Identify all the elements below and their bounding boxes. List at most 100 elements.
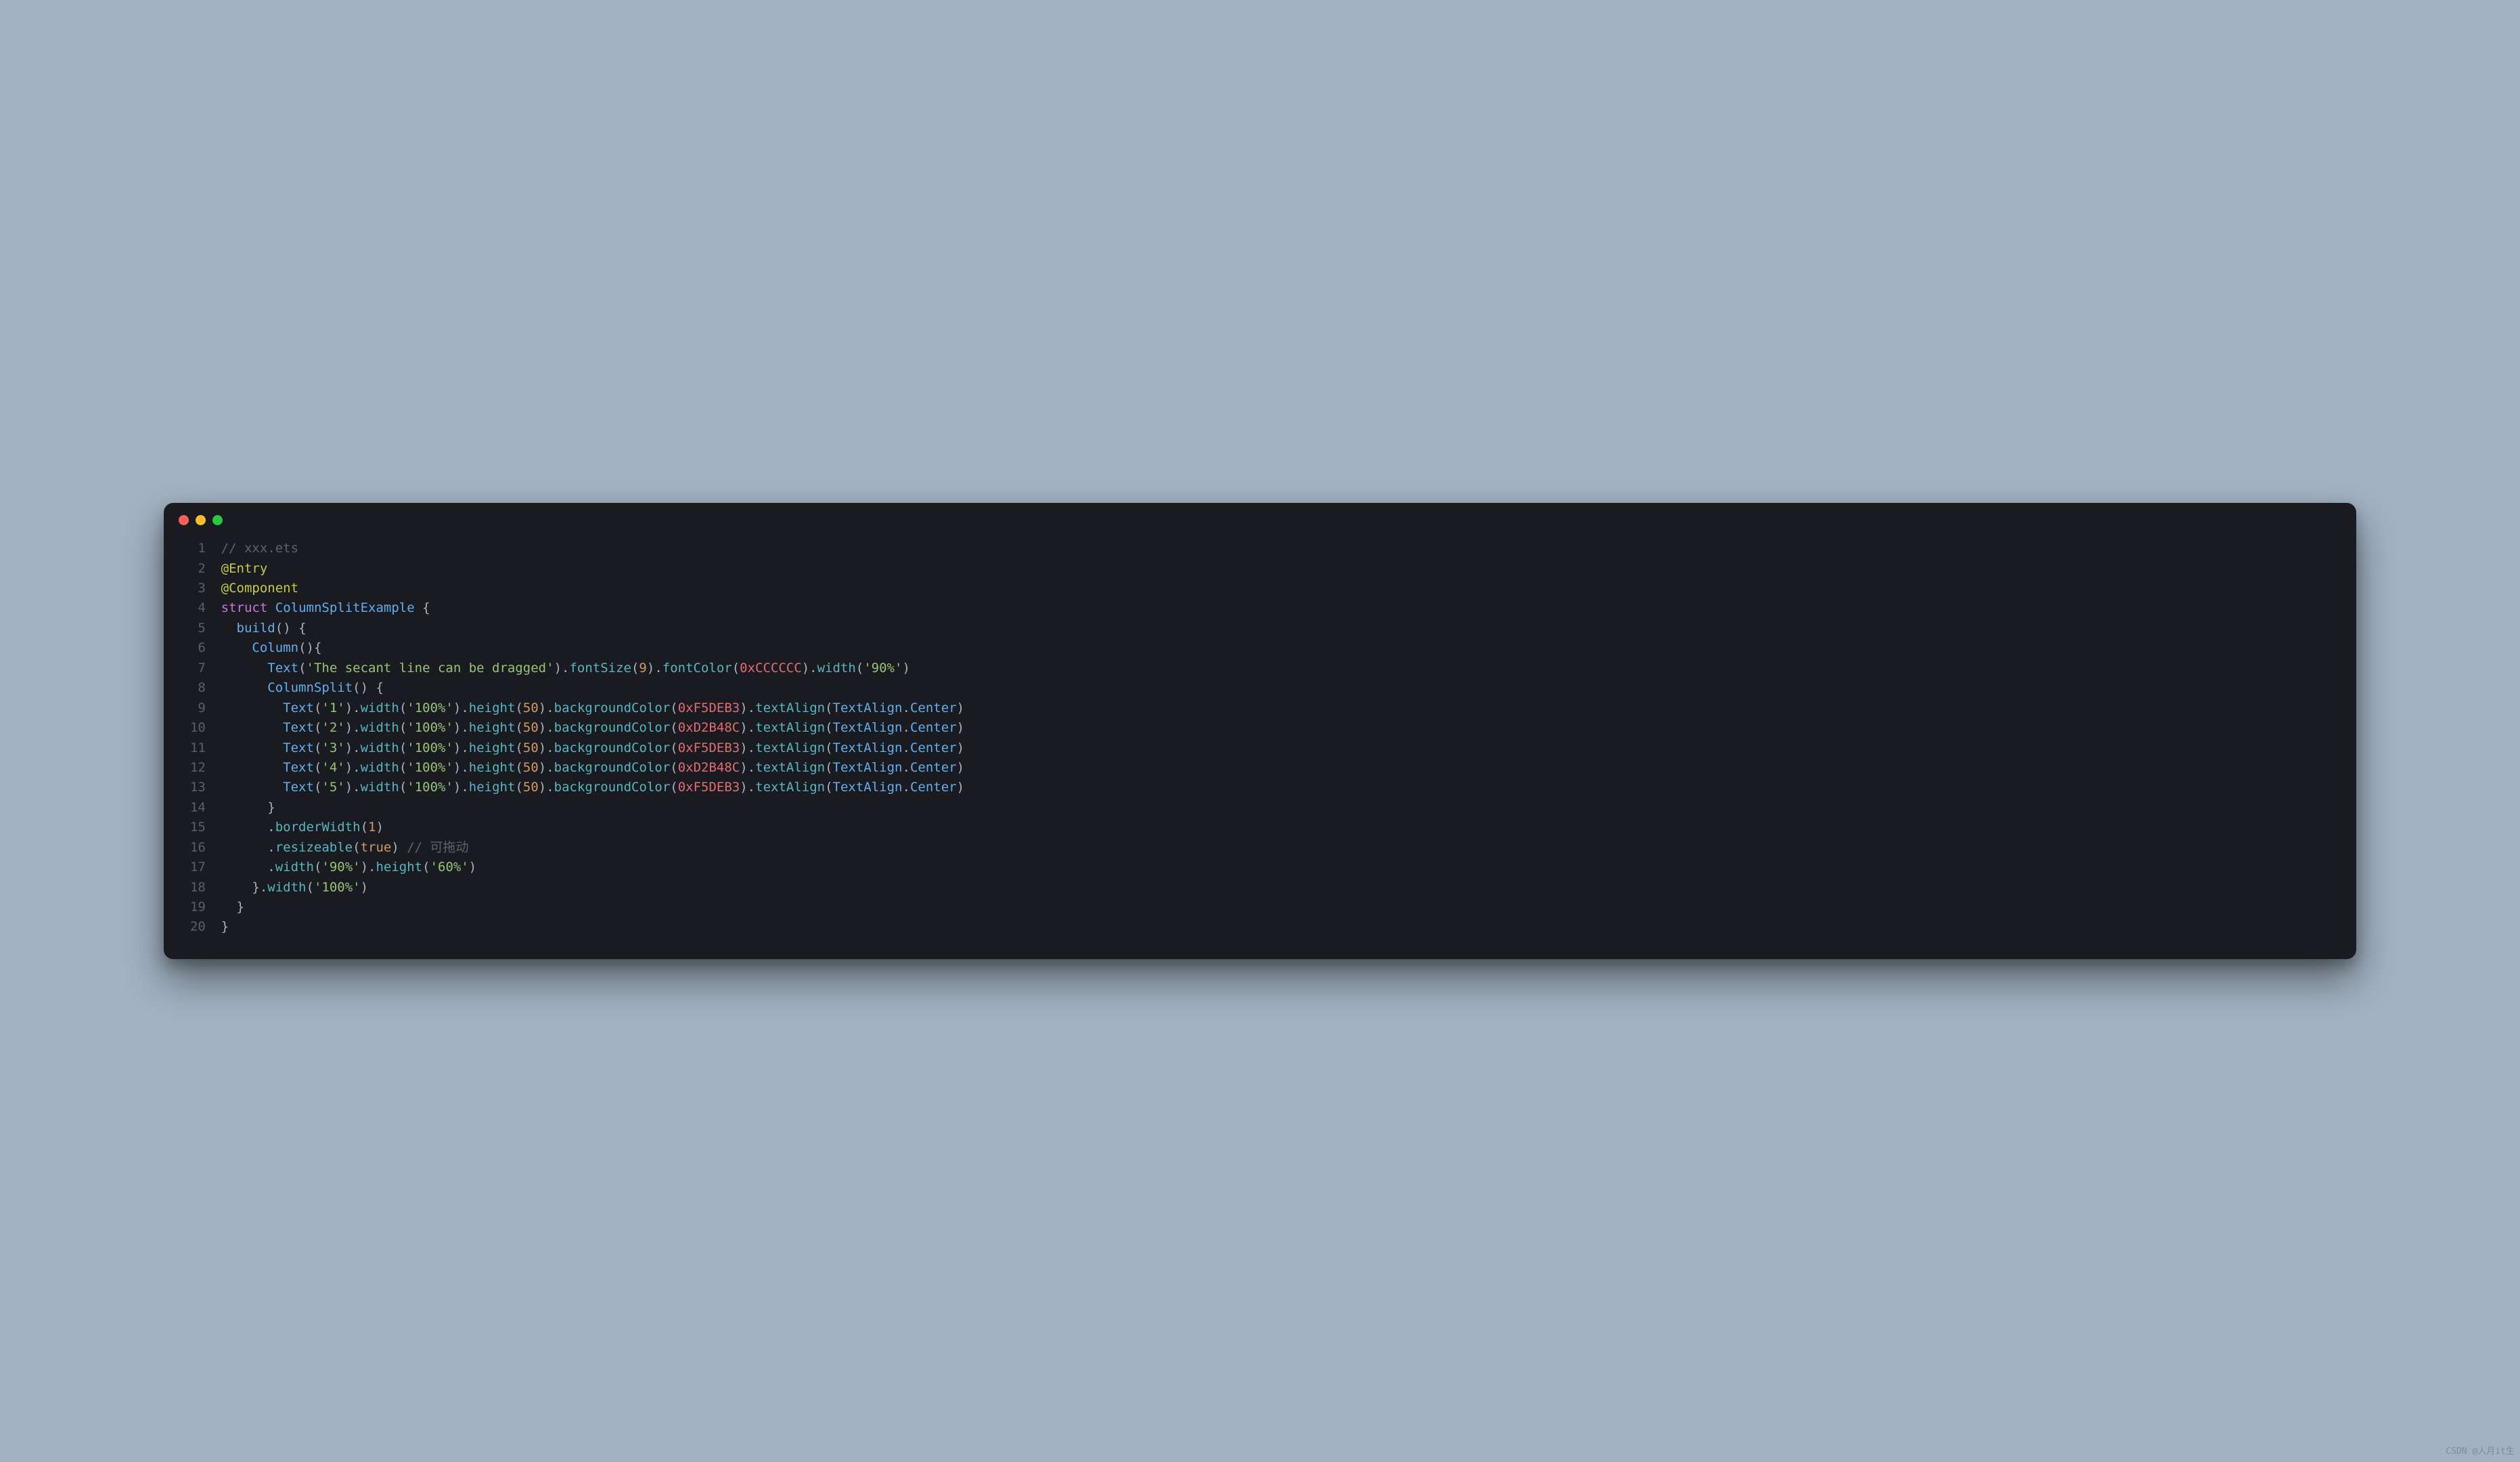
token-pn: )	[957, 720, 964, 735]
code-line: 15 .borderWidth(1)	[177, 818, 2340, 837]
code-line: 18 }.width('100%')	[177, 878, 2340, 898]
token-num: 50	[523, 720, 539, 735]
token-pn: (	[399, 740, 407, 755]
token-fn: Text	[283, 760, 314, 775]
token-pn: ).	[345, 760, 361, 775]
token-pn: (	[631, 661, 639, 675]
token-mth: width	[817, 661, 856, 675]
line-number: 18	[177, 878, 206, 898]
code-content: build() {	[221, 619, 2340, 638]
token-mth: height	[469, 720, 516, 735]
token-pn: )	[902, 661, 909, 675]
code-window: 1// xxx.ets2@Entry3@Component4struct Col…	[164, 503, 2356, 959]
watermark-text: CSDN @人月it生	[2446, 1444, 2515, 1457]
token-fn: TextAlign	[833, 720, 903, 735]
token-mth: height	[469, 780, 516, 795]
token-fn: Column	[252, 640, 298, 655]
token-mth: height	[469, 701, 516, 715]
token-hex: 0xD2B48C	[678, 720, 740, 735]
code-content: Text('3').width('100%').height(50).backg…	[221, 738, 2340, 758]
token-str: '100%'	[407, 780, 453, 795]
token-pn: (	[422, 860, 430, 874]
token-fn: Center	[910, 701, 957, 715]
token-fn: Text	[283, 740, 314, 755]
code-line: 8 ColumnSplit() {	[177, 678, 2340, 698]
token-mth: backgroundColor	[554, 760, 671, 775]
token-mth: resizeable	[275, 840, 353, 855]
line-number: 19	[177, 898, 206, 917]
token-str: '90%'	[863, 661, 902, 675]
token-mth: textAlign	[755, 760, 825, 775]
token-str: '100%'	[314, 880, 361, 895]
line-number: 3	[177, 579, 206, 598]
token-fn: TextAlign	[833, 701, 903, 715]
token-mth: width	[275, 860, 314, 874]
close-icon[interactable]	[179, 515, 189, 525]
token-mth: width	[267, 880, 306, 895]
token-pn: )	[957, 780, 964, 795]
token-pn	[221, 680, 268, 695]
token-pn: ).	[740, 720, 755, 735]
token-pn: (	[515, 740, 522, 755]
token-mth: backgroundColor	[554, 720, 671, 735]
code-content: }	[221, 898, 2340, 917]
token-str: '2'	[321, 720, 344, 735]
line-number: 6	[177, 638, 206, 658]
token-pn: .	[221, 820, 275, 835]
token-pn: }	[221, 900, 244, 914]
token-pn: ).	[453, 760, 469, 775]
token-pn	[221, 780, 284, 795]
token-dec: @Component	[221, 581, 298, 596]
zoom-icon[interactable]	[212, 515, 223, 525]
token-pn: (	[314, 720, 321, 735]
token-fn: Center	[910, 780, 957, 795]
code-content: // xxx.ets	[221, 539, 2340, 558]
token-pn: .	[221, 840, 275, 855]
token-fn: Center	[910, 740, 957, 755]
line-number: 9	[177, 699, 206, 718]
token-hex: 0xF5DEB3	[678, 740, 740, 755]
token-pn: ).	[740, 780, 755, 795]
token-fn: Center	[910, 760, 957, 775]
token-pn: (	[825, 760, 832, 775]
token-mth: textAlign	[755, 720, 825, 735]
line-number: 17	[177, 858, 206, 877]
token-num: 1	[368, 820, 376, 835]
token-pn: ).	[554, 661, 570, 675]
token-pn: )	[957, 760, 964, 775]
token-pn: (	[670, 760, 677, 775]
token-pn: ).	[539, 780, 554, 795]
code-line: 17 .width('90%').height('60%')	[177, 858, 2340, 877]
token-pn: (	[314, 760, 321, 775]
token-pn: ).	[345, 780, 361, 795]
token-fn: Center	[910, 720, 957, 735]
code-content: Column(){	[221, 638, 2340, 658]
token-pn: (	[361, 820, 368, 835]
token-pn: ).	[453, 740, 469, 755]
token-mth: height	[376, 860, 422, 874]
token-num: 9	[639, 661, 646, 675]
token-pn: (	[307, 880, 314, 895]
token-mth: backgroundColor	[554, 780, 671, 795]
token-hex: 0xF5DEB3	[678, 780, 740, 795]
token-fn: Text	[283, 701, 314, 715]
code-content: Text('2').width('100%').height(50).backg…	[221, 718, 2340, 738]
token-pn: )	[957, 740, 964, 755]
token-pn: (	[298, 661, 306, 675]
token-dec: @Entry	[221, 561, 268, 576]
token-pn: ).	[345, 720, 361, 735]
token-pn: () {	[353, 680, 384, 695]
code-content: struct ColumnSplitExample {	[221, 598, 2340, 618]
token-pn: (	[399, 780, 407, 795]
token-pn	[221, 740, 284, 755]
code-line: 2@Entry	[177, 559, 2340, 579]
token-hex: 0xF5DEB3	[678, 701, 740, 715]
token-fn: Text	[267, 661, 298, 675]
minimize-icon[interactable]	[196, 515, 206, 525]
token-pn: (	[399, 701, 407, 715]
code-line: 5 build() {	[177, 619, 2340, 638]
token-mth: fontSize	[569, 661, 631, 675]
token-pn: (	[314, 740, 321, 755]
token-pn: ).	[345, 701, 361, 715]
line-number: 14	[177, 798, 206, 818]
